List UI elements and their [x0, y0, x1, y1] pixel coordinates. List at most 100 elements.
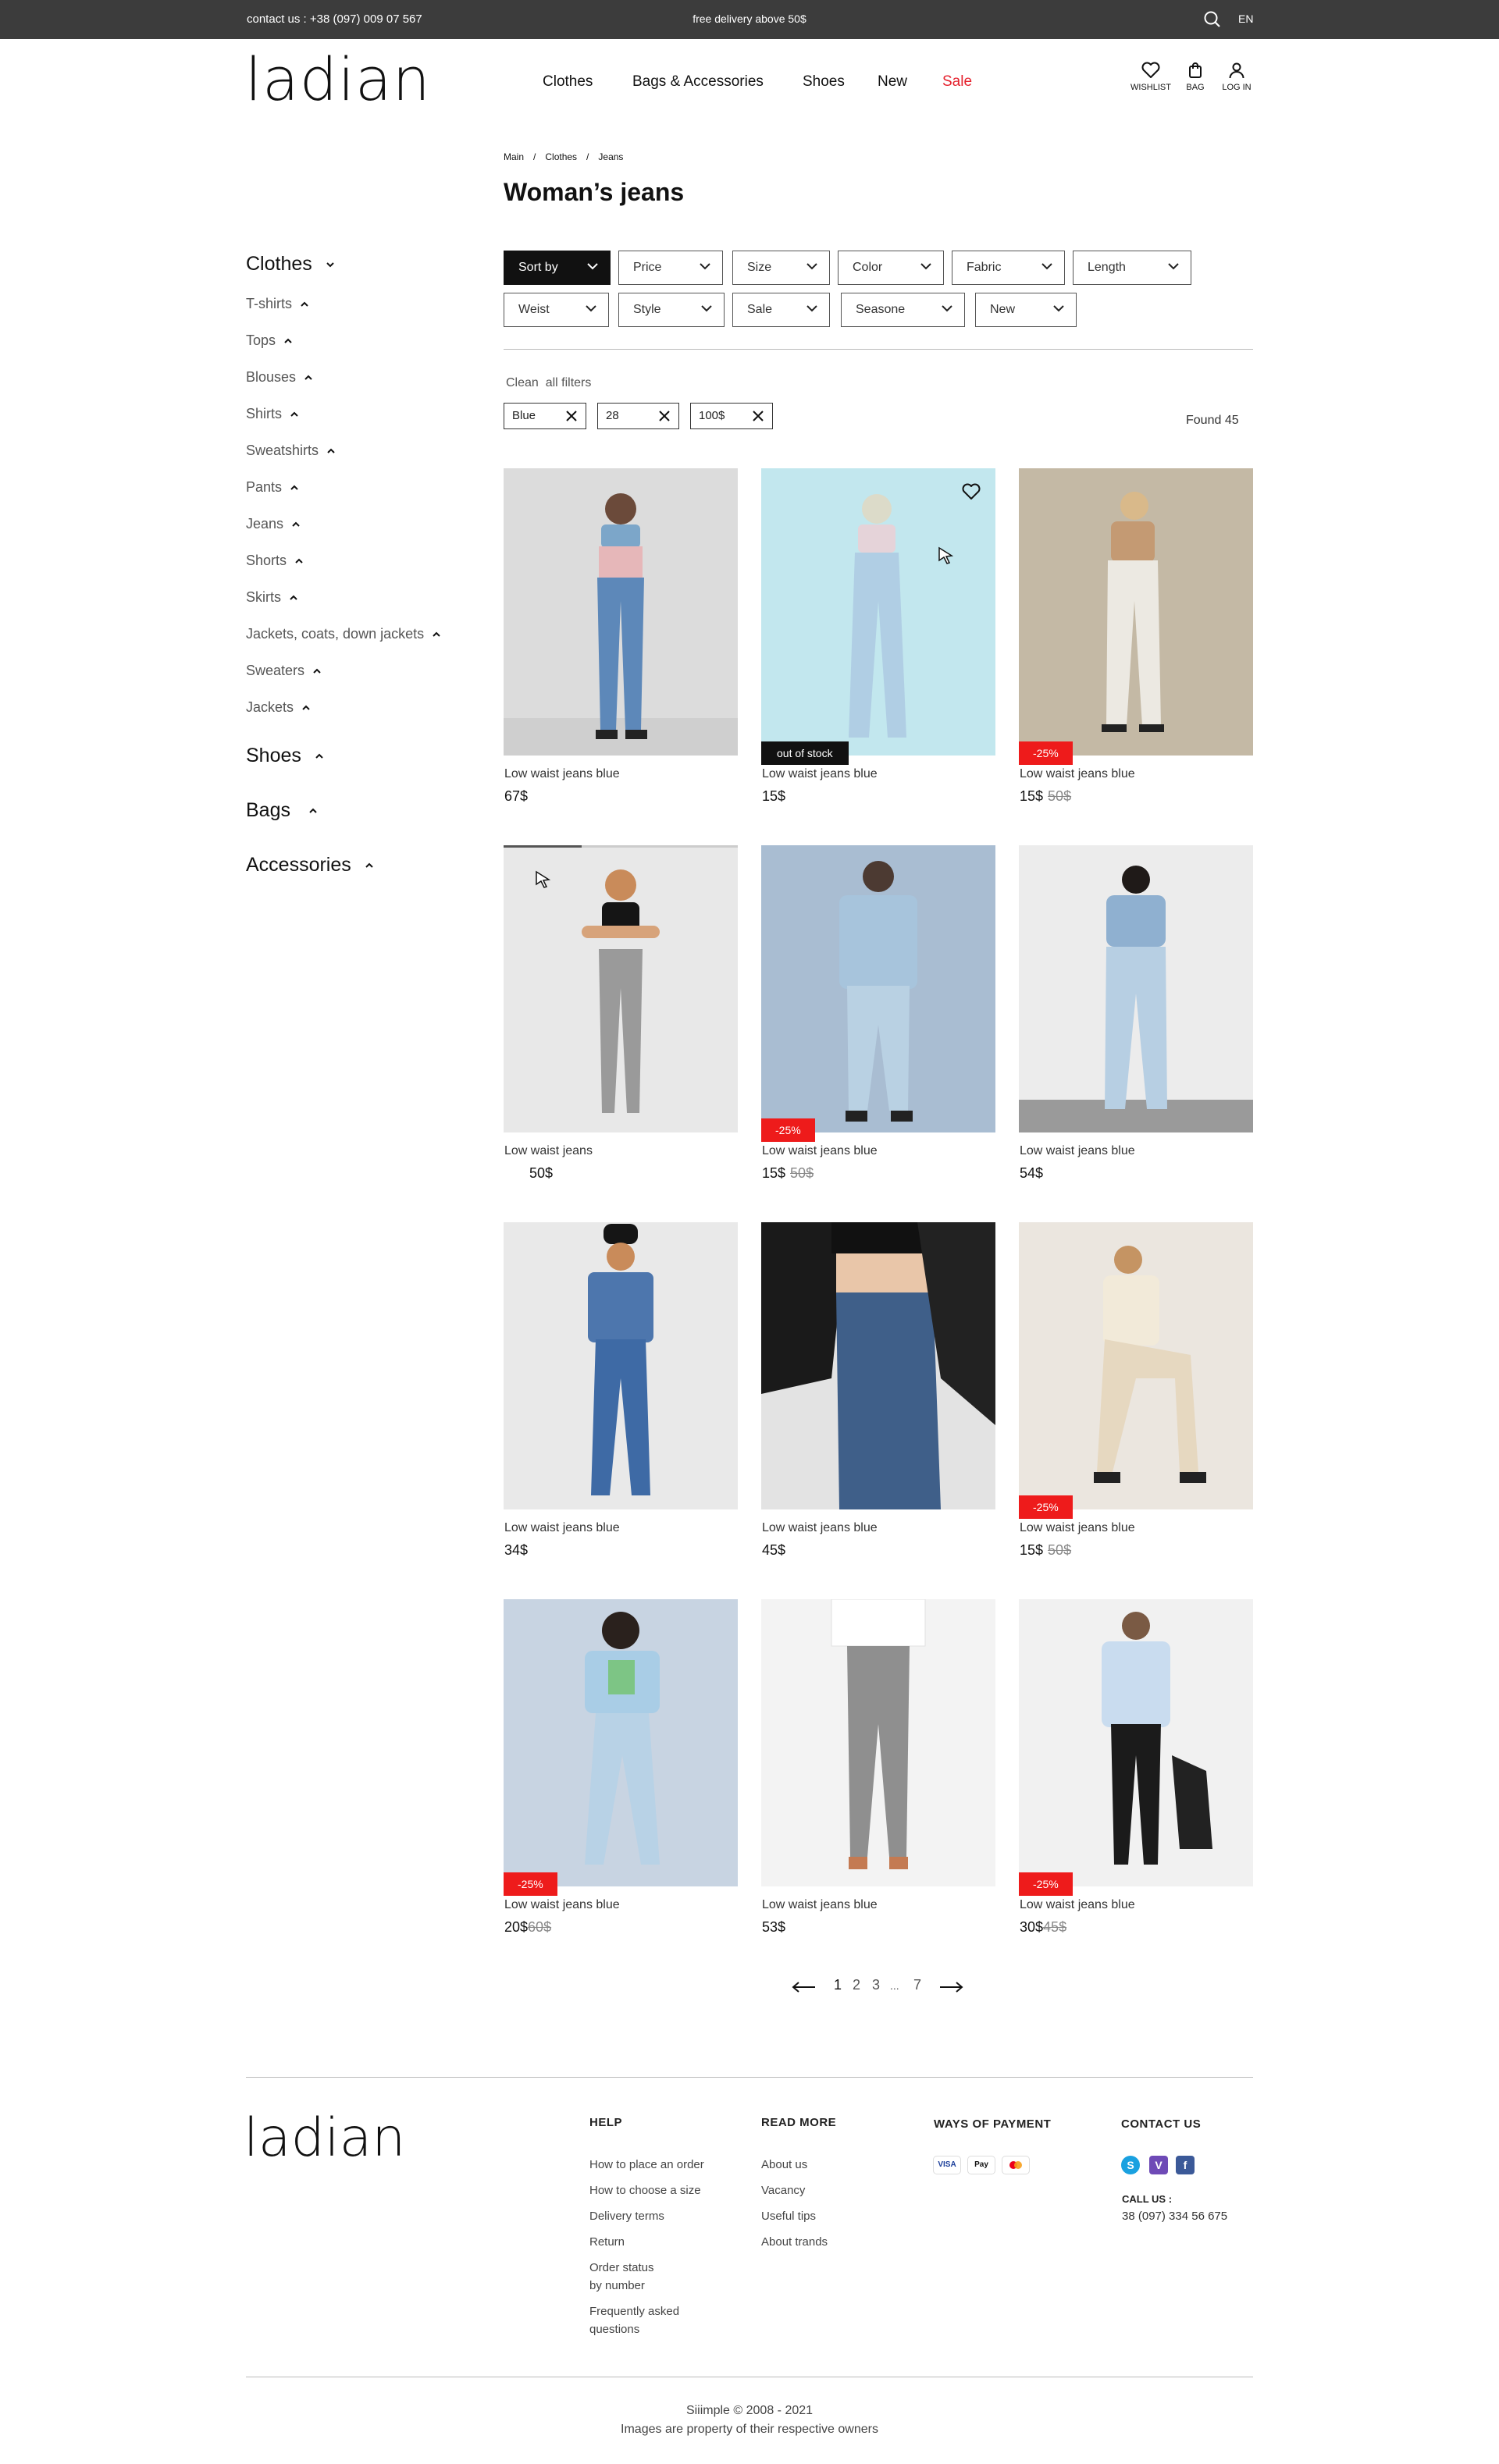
product-card[interactable]: -25% — [761, 845, 995, 1142]
product-name[interactable]: Low waist jeans blue — [1020, 1144, 1135, 1158]
sidebar-item-shirts[interactable]: Shirts — [246, 406, 299, 422]
product-image[interactable] — [761, 1599, 995, 1886]
filter-price[interactable]: Price — [618, 251, 723, 285]
bag-button[interactable]: BAG — [1172, 61, 1219, 92]
product-card[interactable] — [761, 1222, 995, 1519]
product-image[interactable] — [504, 848, 738, 1132]
sidebar-cat-bags[interactable]: Bags — [246, 799, 318, 822]
product-image[interactable] — [504, 1599, 738, 1886]
sidebar-item-jackets-coats[interactable]: Jackets, coats, down jackets — [246, 626, 441, 642]
nav-bags-accessories[interactable]: Bags & Accessories — [632, 73, 764, 91]
footer-link[interactable]: Delivery terms — [589, 2207, 664, 2225]
sidebar-item-skirts[interactable]: Skirts — [246, 589, 298, 606]
active-filter-chip[interactable]: 28 — [597, 403, 679, 429]
footer-link[interactable]: Return — [589, 2233, 625, 2251]
product-image[interactable] — [1019, 1599, 1253, 1886]
footer-link[interactable]: Order status by number — [589, 2259, 654, 2295]
product-image[interactable] — [761, 468, 995, 756]
search-icon[interactable] — [1202, 9, 1223, 30]
product-card[interactable] — [1019, 845, 1253, 1142]
page-3[interactable]: 3 — [872, 1977, 880, 1993]
nav-clothes[interactable]: Clothes — [543, 73, 593, 91]
filter-sort-by[interactable]: Sort by — [504, 251, 611, 285]
product-name[interactable]: Low waist jeans — [504, 1144, 593, 1158]
product-card[interactable] — [761, 1599, 995, 1896]
clean-all-filters-link[interactable]: Clean all filters — [506, 376, 591, 390]
filter-color[interactable]: Color — [838, 251, 944, 285]
page-7[interactable]: 7 — [913, 1977, 921, 1993]
facebook-icon[interactable]: f — [1176, 2156, 1195, 2174]
sidebar-item-sweaters[interactable]: Sweaters — [246, 663, 322, 679]
product-card[interactable] — [504, 468, 738, 765]
product-card[interactable]: out of stock — [761, 468, 995, 765]
product-card[interactable]: -25% — [1019, 468, 1253, 765]
product-image[interactable] — [1019, 845, 1253, 1132]
footer-link[interactable]: Useful tips — [761, 2207, 816, 2225]
nav-shoes[interactable]: Shoes — [803, 73, 845, 91]
nav-sale[interactable]: Sale — [942, 73, 972, 91]
close-icon[interactable] — [752, 410, 764, 422]
footer-link[interactable]: About trands — [761, 2233, 828, 2251]
wishlist-button[interactable]: WISHLIST — [1127, 61, 1174, 92]
filter-sale[interactable]: Sale — [732, 293, 830, 327]
product-card[interactable] — [504, 1222, 738, 1519]
product-name[interactable]: Low waist jeans blue — [762, 1521, 878, 1535]
product-name[interactable]: Low waist jeans blue — [1020, 1898, 1135, 1912]
filter-style[interactable]: Style — [618, 293, 725, 327]
active-filter-chip[interactable]: 100$ — [690, 403, 773, 429]
sidebar-item-pants[interactable]: Pants — [246, 479, 299, 496]
product-image[interactable] — [504, 1222, 738, 1509]
product-card[interactable]: -25% — [1019, 1222, 1253, 1519]
breadcrumb-clothes[interactable]: Clothes — [545, 151, 577, 162]
product-name[interactable]: Low waist jeans blue — [762, 767, 878, 781]
footer-phone[interactable]: 38 (097) 334 56 675 — [1122, 2210, 1227, 2223]
viber-icon[interactable]: V — [1149, 2156, 1168, 2174]
sidebar-cat-shoes[interactable]: Shoes — [246, 745, 324, 767]
filter-length[interactable]: Length — [1073, 251, 1191, 285]
filter-weist[interactable]: Weist — [504, 293, 609, 327]
footer-link[interactable]: How to place an order — [589, 2156, 704, 2174]
footer-link[interactable]: About us — [761, 2156, 807, 2174]
product-image[interactable] — [761, 1222, 995, 1509]
product-image[interactable] — [504, 468, 738, 756]
sidebar-item-sweatshirts[interactable]: Sweatshirts — [246, 443, 336, 459]
footer-link[interactable]: How to choose a size — [589, 2181, 701, 2199]
skype-icon[interactable]: S — [1121, 2156, 1140, 2174]
sidebar-cat-clothes[interactable]: Clothes — [246, 253, 335, 276]
product-image[interactable] — [1019, 468, 1253, 756]
product-name[interactable]: Low waist jeans blue — [762, 1144, 878, 1158]
product-card[interactable] — [504, 845, 738, 1142]
product-card[interactable]: -25% — [1019, 1599, 1253, 1896]
footer-link[interactable]: Frequently asked questions — [589, 2302, 679, 2338]
product-name[interactable]: Low waist jeans blue — [1020, 1521, 1135, 1535]
filter-new[interactable]: New — [975, 293, 1077, 327]
page-1[interactable]: 1 — [834, 1977, 842, 1993]
sidebar-item-jackets[interactable]: Jackets — [246, 699, 311, 716]
product-name[interactable]: Low waist jeans blue — [504, 1521, 620, 1535]
product-name[interactable]: Low waist jeans blue — [762, 1898, 878, 1912]
sidebar-item-blouses[interactable]: Blouses — [246, 369, 313, 386]
sidebar-item-tops[interactable]: Tops — [246, 332, 293, 349]
arrow-left-icon[interactable] — [792, 1980, 817, 1996]
product-image[interactable] — [761, 845, 995, 1132]
breadcrumb-main[interactable]: Main — [504, 151, 524, 162]
close-icon[interactable] — [565, 410, 578, 422]
arrow-right-icon[interactable] — [938, 1980, 963, 1996]
product-name[interactable]: Low waist jeans blue — [504, 767, 620, 781]
heart-icon[interactable] — [961, 482, 981, 501]
sidebar-cat-accessories[interactable]: Accessories — [246, 854, 374, 876]
sidebar-item-shorts[interactable]: Shorts — [246, 553, 304, 569]
page-2[interactable]: 2 — [853, 1977, 860, 1993]
active-filter-chip[interactable]: Blue — [504, 403, 586, 429]
product-card[interactable]: -25% — [504, 1599, 738, 1896]
filter-size[interactable]: Size — [732, 251, 830, 285]
sidebar-item-tshirts[interactable]: T-shirts — [246, 296, 309, 312]
footer-link[interactable]: Vacancy — [761, 2181, 805, 2199]
product-name[interactable]: Low waist jeans blue — [504, 1898, 620, 1912]
filter-seasone[interactable]: Seasone — [841, 293, 965, 327]
product-name[interactable]: Low waist jeans blue — [1020, 767, 1135, 781]
filter-fabric[interactable]: Fabric — [952, 251, 1065, 285]
brand-logo[interactable]: ladian — [245, 50, 431, 109]
footer-logo[interactable]: ladian — [244, 2112, 405, 2165]
close-icon[interactable] — [658, 410, 671, 422]
